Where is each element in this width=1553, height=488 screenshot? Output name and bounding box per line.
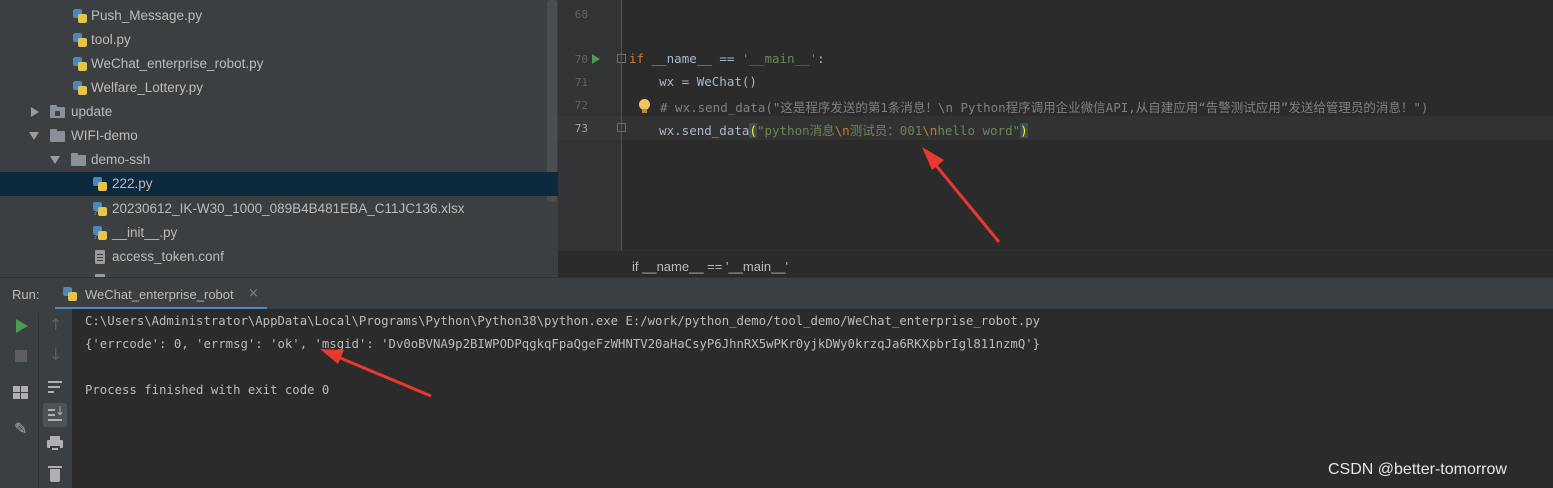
tree-item-label: Welfare_Lottery.py bbox=[91, 80, 204, 95]
tree-item-wechat-robot[interactable]: WeChat_enterprise_robot.py bbox=[0, 52, 558, 76]
string-literal: "python消息 bbox=[756, 123, 835, 138]
print-button[interactable] bbox=[43, 433, 67, 457]
breadcrumb[interactable]: if __name__ == '__main__' bbox=[632, 259, 788, 274]
string-literal: 测试员：001 bbox=[849, 123, 923, 138]
python-file-icon bbox=[73, 81, 88, 95]
folder-icon bbox=[50, 129, 65, 143]
tree-item-xlsx[interactable]: ? 20230612_IK-W30_1000_089B4B481EBA_C11J… bbox=[0, 197, 558, 221]
breadcrumb-bar: if __name__ == '__main__' bbox=[558, 250, 1553, 277]
scroll-to-end-button[interactable]: ↓ bbox=[43, 403, 67, 427]
play-icon bbox=[16, 319, 28, 333]
python-file-icon: ? bbox=[93, 226, 108, 241]
code-line-71: wx = WeChat() bbox=[629, 74, 757, 89]
stop-icon bbox=[15, 350, 27, 362]
matched-paren: ( bbox=[749, 123, 757, 138]
lightbulb-icon[interactable] bbox=[638, 99, 651, 114]
tree-item-label: WeChat_enterprise_robot.py bbox=[91, 56, 264, 71]
matched-paren: ) bbox=[1020, 123, 1028, 138]
string-literal: '__main__' bbox=[741, 51, 818, 66]
python-run-icon bbox=[63, 287, 78, 301]
tree-item-label: 20230612_IK-W30_1000_089B4B481EBA_C11JC1… bbox=[112, 201, 465, 216]
code-text: wx.send_data bbox=[629, 123, 750, 138]
console-line: {'errcode': 0, 'errmsg': 'ok', 'msgid': … bbox=[85, 337, 1041, 351]
scroll-up-button[interactable]: ↑ bbox=[43, 314, 67, 338]
python-file-icon bbox=[73, 9, 88, 23]
line-number: 72 bbox=[574, 99, 588, 112]
code-editor[interactable]: 68 70 71 72 73 if __name__ == '__main__'… bbox=[558, 0, 1553, 277]
layout-button[interactable] bbox=[9, 381, 33, 405]
fold-marker-icon[interactable] bbox=[617, 54, 626, 63]
string-literal: hello word" bbox=[937, 123, 1021, 138]
config-file-icon bbox=[93, 250, 108, 264]
code-text: __name__ == bbox=[644, 51, 742, 66]
tree-item-update[interactable]: update bbox=[0, 100, 558, 124]
tree-item-partial[interactable] bbox=[0, 269, 558, 277]
arrow-up-icon: ↑ bbox=[49, 315, 63, 334]
tree-item-demo-ssh[interactable]: demo-ssh bbox=[0, 148, 558, 172]
folder-icon bbox=[50, 105, 65, 119]
toolbar-divider bbox=[38, 313, 39, 488]
console-line: C:\Users\Administrator\AppData\Local\Pro… bbox=[85, 314, 1041, 328]
code-text: : bbox=[817, 51, 825, 66]
tree-item-tool[interactable]: tool.py bbox=[0, 28, 558, 52]
python-file-icon bbox=[93, 177, 108, 191]
tree-item-label: Push_Message.py bbox=[91, 8, 203, 23]
run-tab-label: WeChat_enterprise_robot bbox=[85, 287, 234, 302]
pin-tab-button[interactable]: ✎ bbox=[9, 418, 33, 442]
tree-item-init-py[interactable]: ? __init__.py bbox=[0, 221, 558, 245]
tree-item-push-message[interactable]: Push_Message.py bbox=[0, 4, 558, 28]
escape-sequence: \n bbox=[834, 123, 850, 138]
unknown-file-icon: ? bbox=[93, 202, 108, 217]
tree-item-access-token-conf[interactable]: access_token.conf bbox=[0, 245, 558, 269]
arrow-down-icon: ↓ bbox=[55, 404, 66, 418]
tree-item-222-py[interactable]: 222.py bbox=[0, 172, 558, 196]
clear-all-button[interactable] bbox=[43, 462, 67, 486]
code-line-70: if __name__ == '__main__': bbox=[629, 51, 825, 66]
line-number: 70 bbox=[574, 53, 588, 66]
tree-item-label: 222.py bbox=[112, 176, 153, 191]
arrow-down-icon: ↓ bbox=[49, 345, 63, 364]
run-toolbar: ✎ ↑ ↓ ↓ bbox=[0, 309, 72, 488]
run-tab[interactable]: WeChat_enterprise_robot × bbox=[55, 278, 267, 310]
pin-icon: ✎ bbox=[14, 419, 28, 438]
run-panel-title: Run: bbox=[12, 287, 40, 302]
line-number: 73 bbox=[574, 122, 588, 135]
tree-item-label: WIFI-demo bbox=[71, 128, 138, 143]
run-panel-header: Run: WeChat_enterprise_robot × bbox=[0, 277, 1553, 310]
keyword: if bbox=[629, 51, 645, 66]
project-tree: Push_Message.py tool.py WeChat_enterpris… bbox=[0, 0, 558, 277]
watermark: CSDN @better-tomorrow bbox=[1328, 461, 1507, 478]
python-file-icon bbox=[73, 33, 88, 47]
code-line-73: wx.send_data("python消息\n测试员：001\nhello w… bbox=[629, 120, 1028, 139]
folder-icon bbox=[71, 153, 86, 167]
stop-button[interactable] bbox=[9, 344, 33, 368]
chevron-down-icon[interactable] bbox=[50, 156, 60, 164]
run-gutter-icon[interactable] bbox=[592, 54, 600, 64]
tree-item-wifi-demo[interactable]: WIFI-demo bbox=[0, 124, 558, 148]
console-line: Process finished with exit code 0 bbox=[85, 383, 330, 397]
line-number: 71 bbox=[574, 76, 588, 89]
python-file-icon bbox=[73, 57, 88, 71]
scroll-down-button[interactable]: ↓ bbox=[43, 344, 67, 368]
tree-item-label: update bbox=[71, 104, 113, 119]
chevron-right-icon[interactable] bbox=[31, 107, 39, 117]
line-number: 68 bbox=[574, 8, 588, 21]
tree-item-label: __init__.py bbox=[112, 225, 178, 240]
chevron-down-icon[interactable] bbox=[29, 132, 39, 140]
escape-sequence: \n bbox=[922, 123, 938, 138]
tree-item-welfare-lottery[interactable]: Welfare_Lottery.py bbox=[0, 76, 558, 100]
tree-item-label: demo-ssh bbox=[91, 152, 151, 167]
code-line-72-comment: # wx.send_data("这是程序发送的第1条消息！\n Python程序… bbox=[660, 100, 1429, 115]
tree-item-label: tool.py bbox=[91, 32, 131, 47]
close-icon[interactable]: × bbox=[248, 286, 259, 301]
soft-wrap-button[interactable] bbox=[43, 375, 67, 399]
fold-marker-icon[interactable] bbox=[617, 123, 626, 132]
tree-item-label: access_token.conf bbox=[112, 249, 224, 264]
rerun-button[interactable] bbox=[9, 314, 33, 338]
